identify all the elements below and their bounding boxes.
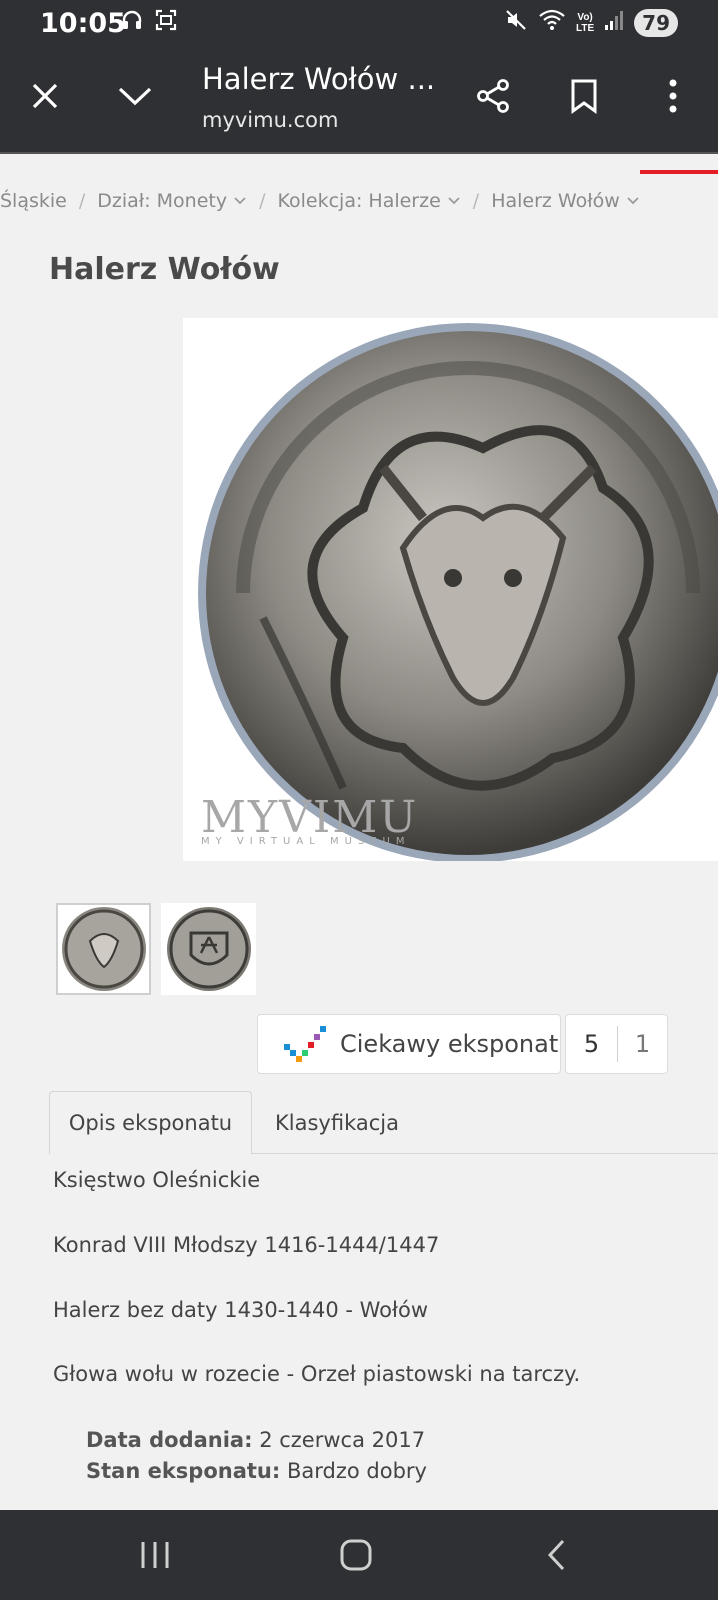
- thumbnail-obverse[interactable]: [56, 903, 151, 995]
- date-added-value: 2 czerwca 2017: [259, 1428, 426, 1452]
- condition-label: Stan eksponatu:: [86, 1459, 281, 1483]
- screenshot-icon: [154, 8, 178, 37]
- breadcrumb-separator: /: [78, 190, 86, 212]
- watermark-subtitle: MY VIRTUAL MUSEUM: [201, 836, 411, 847]
- interesting-exhibit-label: Ciekawy eksponat: [340, 1030, 559, 1058]
- condition-value: Bardzo dobry: [286, 1459, 427, 1483]
- breadcrumb-item-collection[interactable]: Kolekcja: Halerze: [277, 190, 460, 212]
- chevron-down-icon: [448, 197, 460, 205]
- description-line: Księstwo Oleśnickie: [53, 1168, 261, 1192]
- other-count: 1: [634, 1030, 651, 1058]
- chevron-down-icon: [234, 197, 246, 205]
- minimize-button[interactable]: [107, 68, 163, 124]
- share-icon: [477, 79, 509, 113]
- date-added: Data dodania: 2 czerwca 2017: [86, 1428, 425, 1452]
- mute-icon: [504, 8, 528, 37]
- breadcrumb-separator: /: [472, 190, 480, 212]
- accent-line: [640, 170, 718, 174]
- date-added-label: Data dodania:: [86, 1428, 253, 1452]
- back-icon: [547, 1539, 565, 1571]
- more-vert-icon: [669, 79, 677, 113]
- status-time: 10:05: [40, 8, 126, 39]
- page-title: Halerz Wołów: [49, 252, 280, 287]
- volte-icon: Vo) LTE: [576, 11, 595, 34]
- coin-thumbnail: [61, 907, 146, 991]
- bookmark-button[interactable]: [556, 68, 612, 124]
- tab-description[interactable]: Opis eksponatu: [49, 1091, 252, 1154]
- exhibit-condition: Stan eksponatu: Bardzo dobry: [86, 1459, 427, 1483]
- home-button[interactable]: [326, 1532, 386, 1578]
- bookmark-icon: [571, 79, 597, 114]
- browser-toolbar: Halerz Wołów ... myvimu.com: [0, 46, 718, 152]
- breadcrumb-item-section[interactable]: Dział: Monety: [97, 190, 247, 212]
- description-line: Głowa wołu w rozecie - Orzeł piastowski …: [53, 1362, 581, 1386]
- rating-counts: 5 1: [565, 1014, 668, 1074]
- breadcrumb-item-region[interactable]: Śląskie: [0, 190, 67, 212]
- interesting-exhibit-button[interactable]: Ciekawy eksponat: [257, 1014, 561, 1074]
- checkmark-logo-icon: [284, 1026, 326, 1062]
- battery-badge: 79: [634, 8, 678, 37]
- breadcrumb-item-exhibit[interactable]: Halerz Wołów: [491, 190, 640, 212]
- home-icon: [340, 1539, 372, 1571]
- description-line: Halerz bez daty 1430-1440 - Wołów: [53, 1298, 428, 1322]
- share-button[interactable]: [466, 68, 522, 124]
- breadcrumb-separator: /: [259, 190, 266, 212]
- description-line: Konrad VIII Młodszy 1416-1444/1447: [53, 1233, 440, 1257]
- breadcrumb: Śląskie / Dział: Monety / Kolekcja: Hale…: [0, 186, 640, 216]
- status-bar: 10:05 Vo) LTE 79: [0, 0, 718, 46]
- signal-icon: [604, 9, 624, 36]
- chevron-down-icon: [118, 87, 152, 106]
- page-url: myvimu.com: [202, 108, 339, 132]
- divider: [0, 152, 718, 154]
- recent-apps-icon: [141, 1542, 169, 1568]
- recent-apps-button[interactable]: [125, 1532, 185, 1578]
- like-count: 5: [583, 1030, 600, 1058]
- coin-thumbnail: [166, 907, 251, 991]
- tab-classification[interactable]: Klasyfikacja: [262, 1091, 412, 1154]
- menu-button[interactable]: [645, 68, 701, 124]
- wifi-icon: [538, 8, 566, 37]
- page-tab-title: Halerz Wołów ...: [202, 62, 436, 96]
- chevron-down-icon: [627, 197, 639, 205]
- exhibit-main-image[interactable]: MYVIMU MY VIRTUAL MUSEUM: [183, 318, 718, 861]
- close-button[interactable]: [17, 68, 73, 124]
- back-button[interactable]: [527, 1532, 587, 1578]
- headphones-icon: [120, 8, 144, 37]
- thumbnail-reverse[interactable]: [161, 903, 256, 995]
- coin-image: [198, 323, 718, 861]
- system-nav-bar: [0, 1510, 718, 1600]
- close-icon: [32, 83, 58, 109]
